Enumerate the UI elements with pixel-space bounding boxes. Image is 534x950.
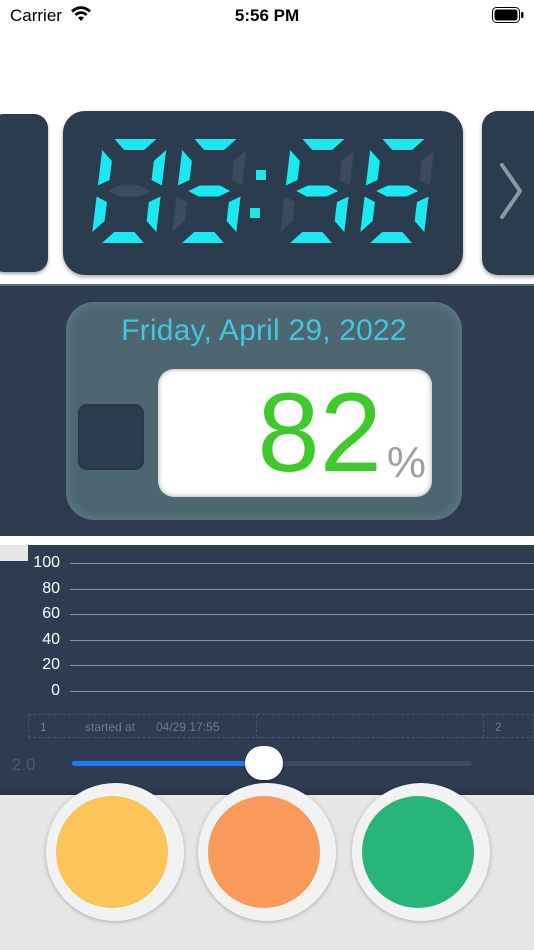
y-tick-label: 100 — [33, 554, 60, 571]
clock-segment-lit — [92, 196, 107, 232]
green-circle-button[interactable] — [352, 783, 490, 921]
grid-line — [70, 589, 534, 590]
orange-circle — [208, 796, 320, 908]
legend-divider — [483, 715, 484, 737]
clock-segment-lit — [188, 185, 231, 197]
clock-segment-lit — [334, 196, 349, 232]
previous-clock-panel[interactable] — [0, 114, 48, 272]
clock-segment-unlit — [108, 185, 151, 197]
slider-thumb[interactable] — [245, 746, 283, 780]
y-tick-label: 20 — [42, 656, 60, 673]
clock-segment-lit — [365, 150, 380, 186]
clock-display[interactable] — [63, 111, 463, 275]
clock-segment-unlit — [339, 150, 355, 186]
clock-segment-lit — [182, 232, 224, 243]
clock-segment-lit — [114, 139, 157, 150]
clock-segment-lit — [414, 196, 429, 232]
clock-segment-lit — [226, 196, 241, 232]
yellow-circle-button[interactable] — [46, 783, 184, 921]
chevron-right-icon — [500, 163, 523, 219]
grid-line — [70, 640, 534, 641]
clock-segment-lit — [370, 232, 412, 243]
clock-segment-lit — [151, 150, 167, 186]
y-tick-label: 60 — [42, 605, 60, 622]
legend-right-number: 2 — [495, 720, 502, 734]
orange-circle-button[interactable] — [198, 783, 336, 921]
yellow-circle — [56, 796, 168, 908]
status-time: 5:56 PM — [234, 6, 300, 25]
date-label: Friday, April 29, 2022 — [121, 314, 407, 347]
square-button[interactable] — [78, 404, 144, 470]
y-tick-label: 40 — [42, 631, 60, 648]
clock-segment-lit — [296, 185, 339, 197]
battery-level-box: 82 % — [158, 369, 432, 497]
grid-line — [70, 563, 534, 564]
clock-segment-lit — [177, 150, 192, 186]
y-tick-label: 0 — [51, 682, 60, 699]
battery-percent-value: 82 — [257, 370, 382, 495]
legend-started-label: started at — [85, 720, 136, 734]
clock-segment-lit — [382, 139, 425, 150]
slider-fill — [72, 761, 264, 766]
clock-segment-lit — [360, 196, 375, 232]
grid-line — [70, 665, 534, 666]
next-clock-button[interactable] — [482, 111, 534, 275]
clock-segment-unlit — [231, 150, 247, 186]
clock-segment-unlit — [280, 196, 295, 232]
chart-legend: 1 started at 04/29 17:55 2 — [28, 714, 534, 738]
clock-colon-dot — [256, 170, 266, 180]
clock-segment-lit — [97, 150, 112, 186]
clock-segment-lit — [285, 150, 300, 186]
battery-percent-unit: % — [386, 438, 426, 487]
grid-line — [70, 614, 534, 615]
slider-value-label: 2.0 — [12, 755, 36, 774]
clock-digits — [92, 139, 435, 243]
green-circle — [362, 796, 474, 908]
battery-icon — [492, 7, 524, 23]
info-panel: Friday, April 29, 2022 82 % — [0, 284, 534, 536]
y-tick-label: 80 — [42, 580, 60, 597]
legend-divider — [256, 715, 257, 737]
info-card: Friday, April 29, 2022 82 % — [66, 302, 462, 520]
clock-segment-lit — [146, 196, 161, 232]
clock-segment-lit — [302, 139, 345, 150]
status-bar: Carrier 5:56 PM — [0, 0, 534, 30]
clock-segment-unlit — [419, 150, 435, 186]
clock-segment-lit — [290, 232, 332, 243]
legend-started-value: 04/29 17:55 — [156, 720, 220, 734]
legend-left-number: 1 — [40, 720, 47, 734]
clock-segment-lit — [102, 232, 144, 243]
grid-line — [70, 691, 534, 692]
clock-segment-lit — [376, 185, 419, 197]
clock-segment-unlit — [172, 196, 187, 232]
clock-segment-lit — [194, 139, 237, 150]
clock-colon-dot — [250, 208, 260, 218]
